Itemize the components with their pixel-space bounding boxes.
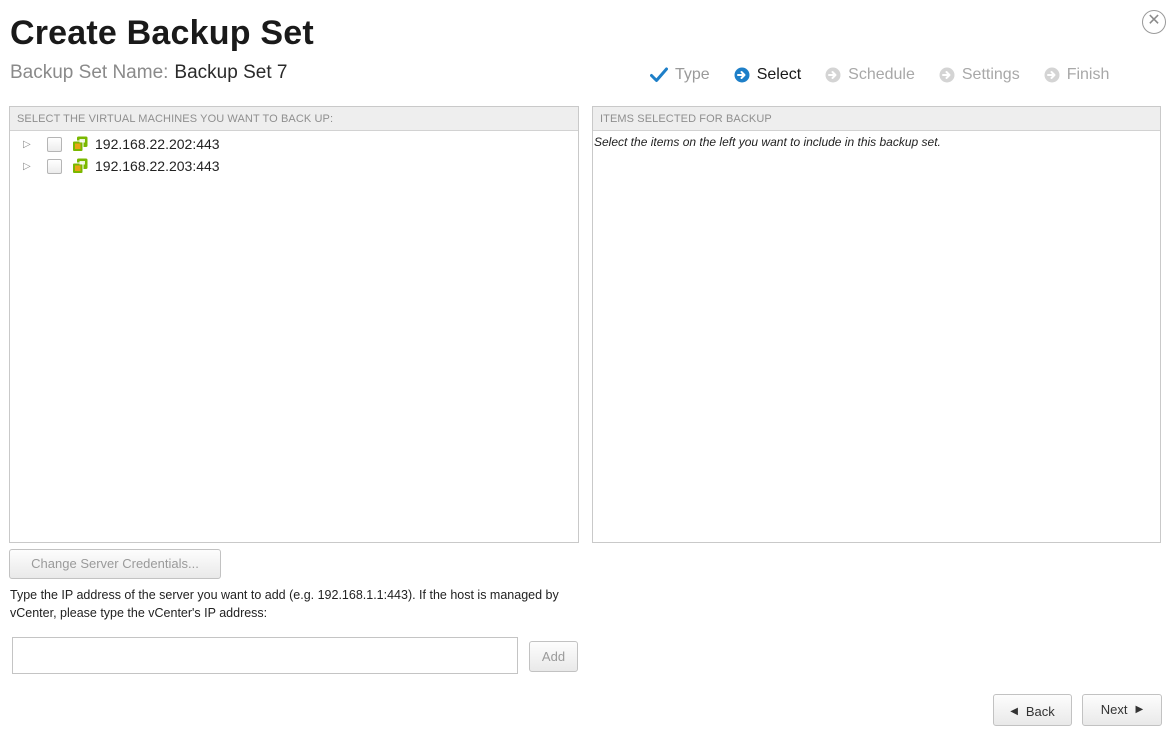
step-settings: Settings	[939, 66, 1020, 84]
backup-set-name-value: Backup Set 7	[174, 62, 288, 83]
add-button[interactable]: Add	[529, 641, 578, 672]
backup-set-name: Backup Set Name: Backup Set 7	[10, 62, 287, 84]
close-button[interactable]: ✕	[1142, 10, 1166, 34]
step-label: Settings	[961, 66, 1020, 83]
vm-tree: ▷ 192.168.22.202:443 ▷ 192.168.22.203:44…	[10, 131, 578, 177]
next-label: Next	[1100, 702, 1128, 717]
back-button[interactable]: ◀ Back	[993, 694, 1072, 726]
ip-address-input[interactable]	[12, 637, 518, 674]
arrow-circle-icon	[734, 67, 750, 83]
step-schedule: Schedule	[825, 66, 915, 84]
arrow-circle-icon	[1044, 67, 1060, 83]
expand-triangle-icon[interactable]: ▷	[23, 161, 37, 172]
tree-item-label[interactable]: 192.168.22.202:443	[95, 136, 220, 152]
vm-selection-panel: SELECT THE VIRTUAL MACHINES YOU WANT TO …	[9, 106, 579, 543]
change-server-credentials-button[interactable]: Change Server Credentials...	[9, 549, 221, 579]
item-checkbox[interactable]	[47, 158, 62, 174]
step-finish: Finish	[1044, 66, 1110, 84]
backup-set-name-label: Backup Set Name:	[10, 62, 169, 83]
tree-item: ▷ 192.168.22.203:443	[10, 155, 578, 177]
vmware-host-icon	[72, 158, 88, 174]
expand-triangle-icon[interactable]: ▷	[23, 139, 37, 150]
triangle-right-icon: ▶	[1135, 704, 1144, 715]
step-label: Select	[756, 66, 802, 83]
vmware-host-icon	[72, 136, 88, 152]
tree-item-label[interactable]: 192.168.22.203:443	[95, 158, 220, 174]
step-select: Select	[734, 66, 801, 84]
tree-item: ▷ 192.168.22.202:443	[10, 133, 578, 155]
vm-selection-header: SELECT THE VIRTUAL MACHINES YOU WANT TO …	[10, 107, 578, 131]
step-label: Schedule	[848, 66, 915, 83]
back-label: Back	[1025, 704, 1055, 719]
check-icon	[650, 67, 668, 83]
selected-items-panel: ITEMS SELECTED FOR BACKUP Select the ite…	[592, 106, 1161, 543]
arrow-circle-icon	[939, 67, 955, 83]
selected-items-hint: Select the items on the left you want to…	[594, 135, 941, 149]
arrow-circle-icon	[825, 67, 841, 83]
ip-instructions: Type the IP address of the server you wa…	[10, 588, 559, 620]
step-label: Type	[675, 66, 710, 83]
selected-items-header: ITEMS SELECTED FOR BACKUP	[593, 107, 1160, 131]
triangle-left-icon: ◀	[1010, 706, 1018, 717]
step-type: Type	[650, 66, 710, 84]
page-title: Create Backup Set	[10, 14, 314, 52]
close-icon: ✕	[1147, 12, 1161, 29]
wizard-steps: Type Select Schedule Settings Finish	[650, 64, 1109, 86]
next-button[interactable]: Next ▶	[1082, 694, 1162, 726]
step-label: Finish	[1066, 66, 1110, 83]
item-checkbox[interactable]	[47, 136, 62, 152]
